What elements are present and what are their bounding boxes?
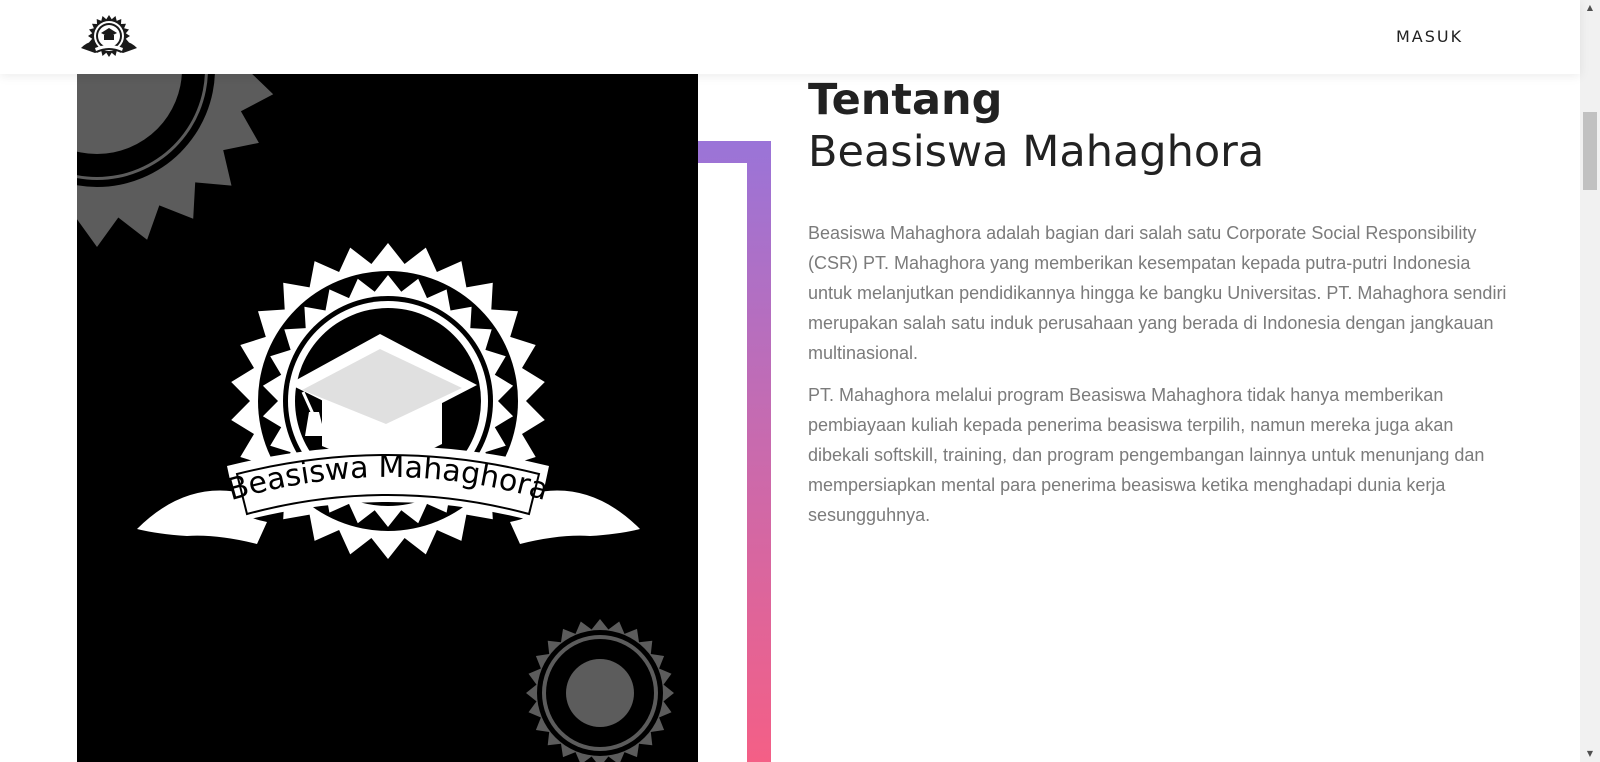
scholarship-seal-logo-icon [81,15,137,57]
about-title-light: Beasiswa Mahaghora [808,127,1265,177]
about-section: Tentang Beasiswa Mahaghora Beasiswa Maha… [808,74,1508,530]
gear-decoration-top-left [77,74,274,247]
scholarship-emblem-illustration: Beasiswa Mahaghora [77,74,674,762]
about-title-strong: Tentang [808,75,1003,125]
scroll-up-arrow-icon[interactable]: ▲ [1580,0,1600,16]
accent-frame [698,141,771,762]
about-paragraph-1: Beasiswa Mahaghora adalah bagian dari sa… [808,223,1507,363]
gear-decoration-bottom-right [526,619,674,762]
page-scrollbar[interactable]: ▲ ▼ [1580,0,1600,762]
main-emblem: Beasiswa Mahaghora [137,243,640,559]
site-logo[interactable] [77,14,141,60]
login-link[interactable]: MASUK [1396,27,1463,46]
scrollbar-thumb[interactable] [1583,112,1597,190]
hero-image: Beasiswa Mahaghora [77,74,698,762]
about-paragraph-2: PT. Mahaghora melalui program Beasiswa M… [808,385,1485,525]
navbar: MASUK [0,0,1580,74]
page: MASUK Beasiswa Mahaghora Tentang Beasisw… [0,0,1600,762]
scroll-down-arrow-icon[interactable]: ▼ [1580,746,1600,762]
